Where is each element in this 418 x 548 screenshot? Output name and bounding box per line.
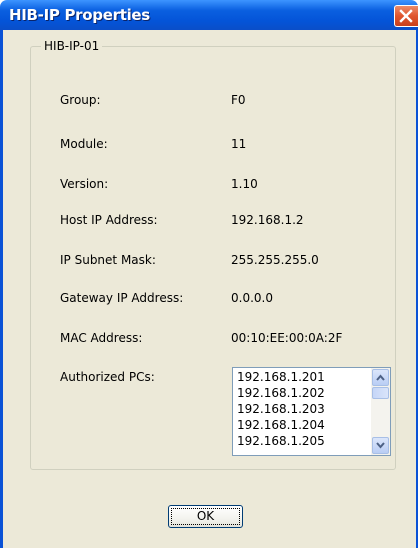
list-item[interactable]: 192.168.1.205 — [237, 433, 367, 449]
gateway-ip-label: Gateway IP Address: — [60, 291, 184, 305]
list-item[interactable]: 192.168.1.202 — [237, 385, 367, 401]
properties-dialog: HIB-IP Properties HIB-IP-01 Group: F0 Mo… — [0, 0, 418, 548]
mac-address-label: MAC Address: — [60, 331, 143, 345]
title-bar[interactable]: HIB-IP Properties — [0, 0, 418, 30]
subnet-mask-label: IP Subnet Mask: — [60, 253, 156, 267]
focus-rectangle — [171, 508, 240, 525]
host-ip-label: Host IP Address: — [60, 213, 158, 227]
scroll-up-button[interactable] — [372, 369, 389, 386]
module-value: 11 — [231, 137, 247, 151]
groupbox-label: HIB-IP-01 — [41, 39, 103, 53]
list-item[interactable]: 192.168.1.203 — [237, 401, 367, 417]
authorized-pcs-label: Authorized PCs: — [60, 370, 155, 384]
group-value: F0 — [231, 93, 246, 107]
ok-button[interactable]: OK — [168, 505, 243, 528]
close-icon — [399, 9, 413, 23]
group-label: Group: — [60, 93, 101, 107]
scroll-thumb[interactable] — [372, 387, 389, 399]
list-item[interactable]: 192.168.1.201 — [237, 369, 367, 385]
mac-address-value: 00:10:EE:00:0A:2F — [231, 331, 343, 345]
scroll-up-arrow-icon — [376, 374, 385, 381]
close-button[interactable] — [394, 5, 418, 27]
version-label: Version: — [60, 177, 109, 191]
list-item[interactable]: 192.168.1.204 — [237, 417, 367, 433]
gateway-ip-value: 0.0.0.0 — [231, 291, 273, 305]
module-label: Module: — [60, 137, 108, 151]
version-value: 1.10 — [231, 177, 258, 191]
scroll-down-button[interactable] — [372, 437, 389, 454]
window-title: HIB-IP Properties — [9, 6, 150, 24]
authorized-pcs-listbox[interactable]: 192.168.1.201 192.168.1.202 192.168.1.20… — [232, 367, 391, 456]
subnet-mask-value: 255.255.255.0 — [231, 253, 319, 267]
listbox-scrollbar[interactable] — [371, 368, 390, 455]
scroll-down-arrow-icon — [376, 442, 385, 449]
host-ip-value: 192.168.1.2 — [231, 213, 304, 227]
